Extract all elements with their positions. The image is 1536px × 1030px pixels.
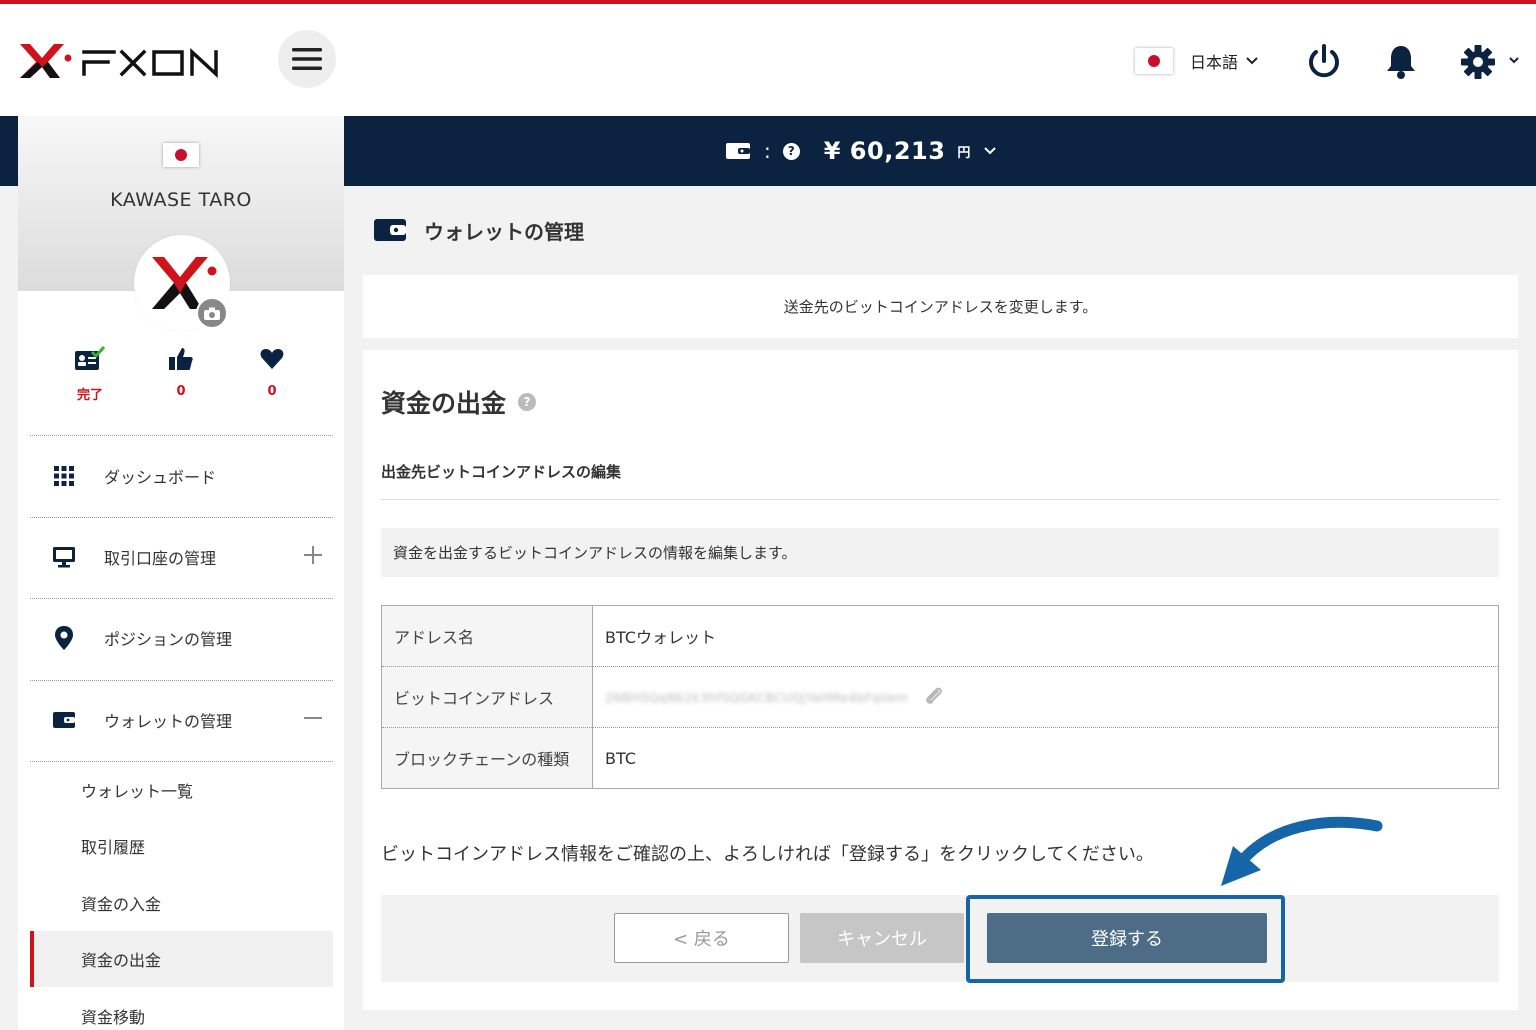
section-title: 資金の出金 ? <box>381 384 537 420</box>
sidebar-subitem-deposit[interactable]: 資金の入金 <box>30 875 333 931</box>
divider <box>381 499 1499 500</box>
menu-icon <box>292 48 322 70</box>
back-button[interactable]: < 戻る <box>614 913 789 963</box>
stat-verification[interactable]: 完了 <box>60 346 120 403</box>
flag-japan-icon <box>163 143 199 167</box>
notice-card: 送金先のビットコインアドレスを変更します。 <box>363 275 1518 338</box>
sidebar-subitem-withdraw[interactable]: 資金の出金 <box>30 931 333 987</box>
gear-icon[interactable] <box>1458 42 1522 82</box>
confirm-text: ビットコインアドレス情報をご確認の上、よろしければ「登録する」をクリックしてくだ… <box>381 844 1154 865</box>
sidebar-item-dashboard[interactable]: ダッシュボード <box>30 436 333 516</box>
sidebar-item-label: ウォレットの管理 <box>104 712 233 731</box>
row-label: ブロックチェーンの種類 <box>381 727 593 789</box>
thumbs-up-icon <box>169 348 193 370</box>
id-card-verified-icon <box>75 346 106 370</box>
sidebar: KAWASE TARO 完了 0 0 ダッシュボード 取引口座の管理 ポジション… <box>18 116 344 1030</box>
stat-likes[interactable]: 0 <box>151 346 211 399</box>
balance-colon: : <box>764 139 771 163</box>
info-text: 資金を出金するビットコインアドレスの情報を編集します。 <box>393 544 797 562</box>
wallet-icon <box>726 143 750 159</box>
address-detail-table: アドレス名 BTCウォレット ビットコインアドレス 2NBHSQqNb2k3hf… <box>381 605 1499 789</box>
grid-icon <box>46 466 82 486</box>
paperclip-icon[interactable] <box>923 686 945 708</box>
sidebar-item-accounts[interactable]: 取引口座の管理 <box>30 517 333 597</box>
register-button[interactable]: 登録する <box>987 913 1267 963</box>
row-label: アドレス名 <box>381 605 593 667</box>
wallet-icon <box>46 712 82 728</box>
chevron-down-icon <box>1246 57 1258 65</box>
table-row: アドレス名 BTCウォレット <box>381 605 1499 667</box>
sidebar-subitem-transfer[interactable]: 資金移動 <box>30 988 333 1030</box>
language-label: 日本語 <box>1190 53 1239 72</box>
cancel-button[interactable]: キャンセル <box>800 913 964 963</box>
stat-likes-value: 0 <box>176 384 186 399</box>
stat-verification-value: 完了 <box>76 388 103 403</box>
heart-icon <box>260 349 284 369</box>
map-pin-icon <box>46 625 82 651</box>
help-icon[interactable]: ? <box>518 393 537 411</box>
sidebar-item-label: ダッシュボード <box>104 468 217 487</box>
row-value: BTCウォレット <box>592 605 1499 667</box>
sub-heading: 出金先ビットコインアドレスの編集 <box>381 463 622 481</box>
stat-favorites[interactable]: 0 <box>242 346 302 399</box>
user-name: KAWASE TARO <box>110 189 252 211</box>
balance-amount: ¥ 60,213 <box>823 137 946 165</box>
minus-icon[interactable] <box>303 708 323 728</box>
info-box: 資金を出金するビットコインアドレスの情報を編集します。 <box>381 528 1499 577</box>
notice-text: 送金先のビットコインアドレスを変更します。 <box>783 298 1098 316</box>
row-label: ビットコインアドレス <box>381 666 593 728</box>
row-value: BTC <box>605 748 636 768</box>
balance-unit: 円 <box>957 145 971 161</box>
header: 日本語 <box>0 4 1536 116</box>
sidebar-item-wallet[interactable]: ウォレットの管理 <box>30 680 333 760</box>
flag-japan-icon[interactable] <box>1135 48 1173 74</box>
camera-icon[interactable] <box>196 297 228 329</box>
monitor-icon <box>46 546 82 568</box>
chevron-down-icon[interactable] <box>984 147 997 155</box>
table-row: ブロックチェーンの種類 BTC <box>381 727 1499 789</box>
sidebar-item-positions[interactable]: ポジションの管理 <box>30 598 333 678</box>
bitcoin-address-value: 2NBHSQqNb2k3hfSQGKCBCUQjYaHMe4bFqVem <box>605 690 909 705</box>
balance-display[interactable]: : ? ¥ 60,213 円 <box>726 116 997 186</box>
button-area: < 戻る キャンセル 登録する <box>381 895 1499 982</box>
plus-icon[interactable] <box>303 545 323 565</box>
sidebar-subitem-transaction-history[interactable]: 取引履歴 <box>30 818 333 874</box>
stat-favorites-value: 0 <box>267 384 277 399</box>
bell-icon[interactable] <box>1381 42 1421 82</box>
sidebar-subitem-wallet-list[interactable]: ウォレット一覧 <box>30 762 333 818</box>
table-row: ビットコインアドレス 2NBHSQqNb2k3hfSQGKCBCUQjYaHMe… <box>381 666 1499 728</box>
sidebar-item-label: 取引口座の管理 <box>104 549 217 568</box>
help-icon[interactable]: ? <box>782 142 800 160</box>
sidebar-item-label: ポジションの管理 <box>104 630 233 649</box>
language-selector[interactable]: 日本語 <box>1190 48 1258 74</box>
power-icon[interactable] <box>1304 42 1344 82</box>
row-value-cell: 2NBHSQqNb2k3hfSQGKCBCUQjYaHMe4bFqVem <box>592 666 1499 728</box>
menu-button[interactable] <box>278 30 336 88</box>
wallet-icon <box>374 219 406 241</box>
page-title: ウォレットの管理 <box>424 219 584 244</box>
withdraw-card: 資金の出金 ? 出金先ビットコインアドレスの編集 資金を出金するビットコインアド… <box>363 350 1518 1010</box>
page-heading: ウォレットの管理 <box>374 212 584 248</box>
fxon-logo[interactable] <box>18 38 238 84</box>
section-title-text: 資金の出金 <box>381 389 507 418</box>
